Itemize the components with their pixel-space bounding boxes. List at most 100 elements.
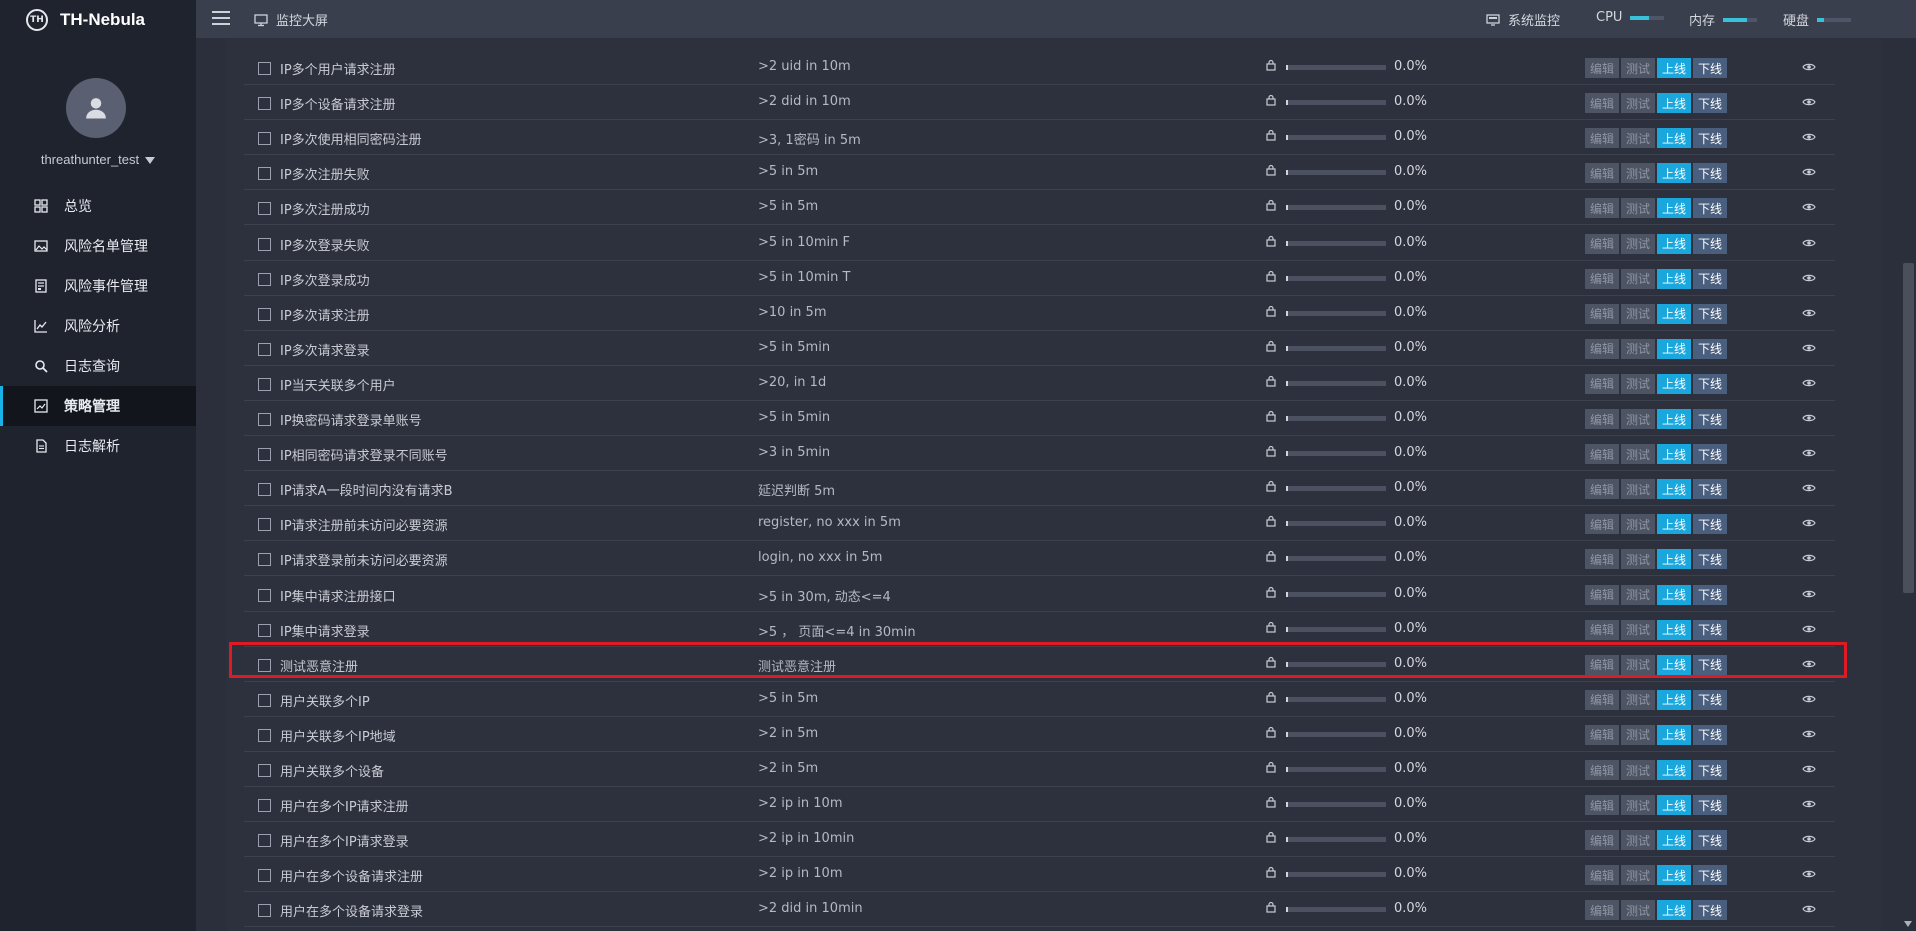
table-row[interactable]: IP多次注册失败 >5 in 5m 0.0% 编辑 测试 上线 下线 (244, 155, 1835, 191)
online-button[interactable]: 上线 (1657, 689, 1691, 710)
online-button[interactable]: 上线 (1657, 409, 1691, 429)
lock-icon[interactable] (1266, 340, 1276, 352)
row-checkbox[interactable] (258, 62, 271, 75)
edit-button[interactable]: 编辑 (1585, 198, 1619, 219)
lock-icon[interactable] (1266, 480, 1276, 492)
test-button[interactable]: 测试 (1621, 479, 1655, 500)
lock-icon[interactable] (1266, 445, 1276, 457)
online-button[interactable]: 上线 (1657, 233, 1691, 254)
test-button[interactable]: 测试 (1621, 128, 1655, 149)
table-row[interactable]: 用户在多个IP请求登录 >2 ip in 10min 0.0% 编辑 测试 上线 下线 (244, 822, 1835, 858)
row-checkbox[interactable] (258, 904, 271, 918)
edit-button[interactable]: 编辑 (1585, 444, 1619, 465)
lock-icon[interactable] (1266, 621, 1276, 633)
table-row[interactable]: IP多次请求注册 >10 in 5m 0.0% 编辑 测试 上线 下线 (244, 296, 1835, 331)
row-checkbox[interactable] (258, 413, 271, 426)
online-button[interactable]: 上线 (1657, 444, 1691, 465)
test-button[interactable]: 测试 (1621, 233, 1655, 254)
username-dropdown[interactable]: threathunter_test (0, 152, 196, 167)
eye-icon[interactable] (1802, 307, 1816, 319)
eye-icon[interactable] (1802, 903, 1816, 915)
test-button[interactable]: 测试 (1621, 724, 1655, 745)
online-button[interactable]: 上线 (1657, 338, 1691, 359)
edit-button[interactable]: 编辑 (1585, 584, 1619, 605)
offline-button[interactable]: 下线 (1693, 198, 1727, 219)
eye-icon[interactable] (1802, 798, 1816, 810)
online-button[interactable]: 上线 (1657, 128, 1691, 149)
row-checkbox[interactable] (258, 202, 271, 216)
table-row[interactable]: IP多个用户请求注册 >2 uid in 10m 0.0% 编辑 测试 上线 下线 (244, 50, 1835, 85)
edit-button[interactable]: 编辑 (1585, 128, 1619, 149)
offline-button[interactable]: 下线 (1693, 760, 1727, 780)
test-button[interactable]: 测试 (1621, 689, 1655, 710)
lock-icon[interactable] (1266, 726, 1276, 738)
edit-button[interactable]: 编辑 (1585, 163, 1619, 184)
lock-icon[interactable] (1266, 796, 1276, 808)
test-button[interactable]: 测试 (1621, 373, 1655, 394)
scrollbar[interactable] (1901, 38, 1916, 931)
online-button[interactable]: 上线 (1657, 830, 1691, 851)
row-checkbox[interactable] (258, 448, 271, 462)
sidebar-item-risk-list[interactable]: 风险名单管理 (0, 226, 196, 266)
edit-button[interactable]: 编辑 (1585, 619, 1619, 640)
table-row[interactable]: IP多次登录失败 >5 in 10min F 0.0% 编辑 测试 上线 下线 (244, 226, 1835, 261)
row-checkbox[interactable] (258, 518, 271, 532)
lock-icon[interactable] (1266, 831, 1276, 843)
offline-button[interactable]: 下线 (1693, 163, 1727, 184)
lock-icon[interactable] (1266, 270, 1276, 282)
sidebar-item-log-query[interactable]: 日志查询 (0, 346, 196, 386)
eye-icon[interactable] (1802, 868, 1816, 880)
row-checkbox[interactable] (258, 834, 271, 848)
edit-button[interactable]: 编辑 (1585, 303, 1619, 324)
table-row[interactable]: IP相同密码请求登录不同账号 >3 in 5min 0.0% 编辑 测试 上线 下线 (244, 436, 1835, 472)
eye-icon[interactable] (1802, 96, 1816, 108)
offline-button[interactable]: 下线 (1693, 865, 1727, 886)
edit-button[interactable]: 编辑 (1585, 724, 1619, 745)
offline-button[interactable]: 下线 (1693, 268, 1727, 289)
lock-icon[interactable] (1266, 866, 1276, 878)
table-row[interactable]: IP集中请求注册接口 >5 in 30m, 动态<=4 0.0% 编辑 测试 上线 下线 (244, 577, 1835, 612)
eye-icon[interactable] (1802, 623, 1816, 635)
eye-icon[interactable] (1802, 166, 1816, 178)
test-button[interactable]: 测试 (1621, 338, 1655, 359)
lock-icon[interactable] (1266, 94, 1276, 106)
table-row[interactable]: IP多次注册成功 >5 in 5m 0.0% 编辑 测试 上线 下线 (244, 190, 1835, 226)
monitor-screen-link[interactable]: 监控大屏 (254, 10, 328, 29)
online-button[interactable]: 上线 (1657, 584, 1691, 605)
lock-icon[interactable] (1266, 199, 1276, 211)
edit-button[interactable]: 编辑 (1585, 409, 1619, 429)
row-checkbox[interactable] (258, 377, 271, 391)
lock-icon[interactable] (1266, 305, 1276, 317)
offline-button[interactable]: 下线 (1693, 584, 1727, 605)
test-button[interactable]: 测试 (1621, 760, 1655, 780)
test-button[interactable]: 测试 (1621, 830, 1655, 851)
row-checkbox[interactable] (258, 764, 271, 777)
offline-button[interactable]: 下线 (1693, 303, 1727, 324)
table-row[interactable]: IP多次请求登录 >5 in 5min 0.0% 编辑 测试 上线 下线 (244, 331, 1835, 366)
test-button[interactable]: 测试 (1621, 900, 1655, 921)
row-checkbox[interactable] (258, 342, 271, 356)
scroll-thumb[interactable] (1903, 263, 1914, 593)
edit-button[interactable]: 编辑 (1585, 549, 1619, 570)
offline-button[interactable]: 下线 (1693, 900, 1727, 921)
online-button[interactable]: 上线 (1657, 198, 1691, 219)
online-button[interactable]: 上线 (1657, 268, 1691, 289)
eye-icon[interactable] (1802, 61, 1816, 73)
table-row[interactable]: 用户在多个设备请求登录 >2 did in 10min 0.0% 编辑 测试 上线 下线 (244, 892, 1835, 928)
edit-button[interactable]: 编辑 (1585, 373, 1619, 394)
eye-icon[interactable] (1802, 237, 1816, 249)
lock-icon[interactable] (1266, 410, 1276, 422)
table-row[interactable]: 用户在多个设备请求注册 >2 ip in 10m 0.0% 编辑 测试 上线 下线 (244, 857, 1835, 893)
row-checkbox[interactable] (258, 799, 271, 813)
offline-button[interactable]: 下线 (1693, 338, 1727, 359)
offline-button[interactable]: 下线 (1693, 233, 1727, 254)
eye-icon[interactable] (1802, 201, 1816, 213)
eye-icon[interactable] (1802, 482, 1816, 494)
offline-button[interactable]: 下线 (1693, 549, 1727, 570)
lock-icon[interactable] (1266, 375, 1276, 387)
offline-button[interactable]: 下线 (1693, 444, 1727, 465)
table-row[interactable]: IP多次登录成功 >5 in 10min T 0.0% 编辑 测试 上线 下线 (244, 261, 1835, 296)
online-button[interactable]: 上线 (1657, 619, 1691, 640)
offline-button[interactable]: 下线 (1693, 58, 1727, 78)
eye-icon[interactable] (1802, 588, 1816, 600)
